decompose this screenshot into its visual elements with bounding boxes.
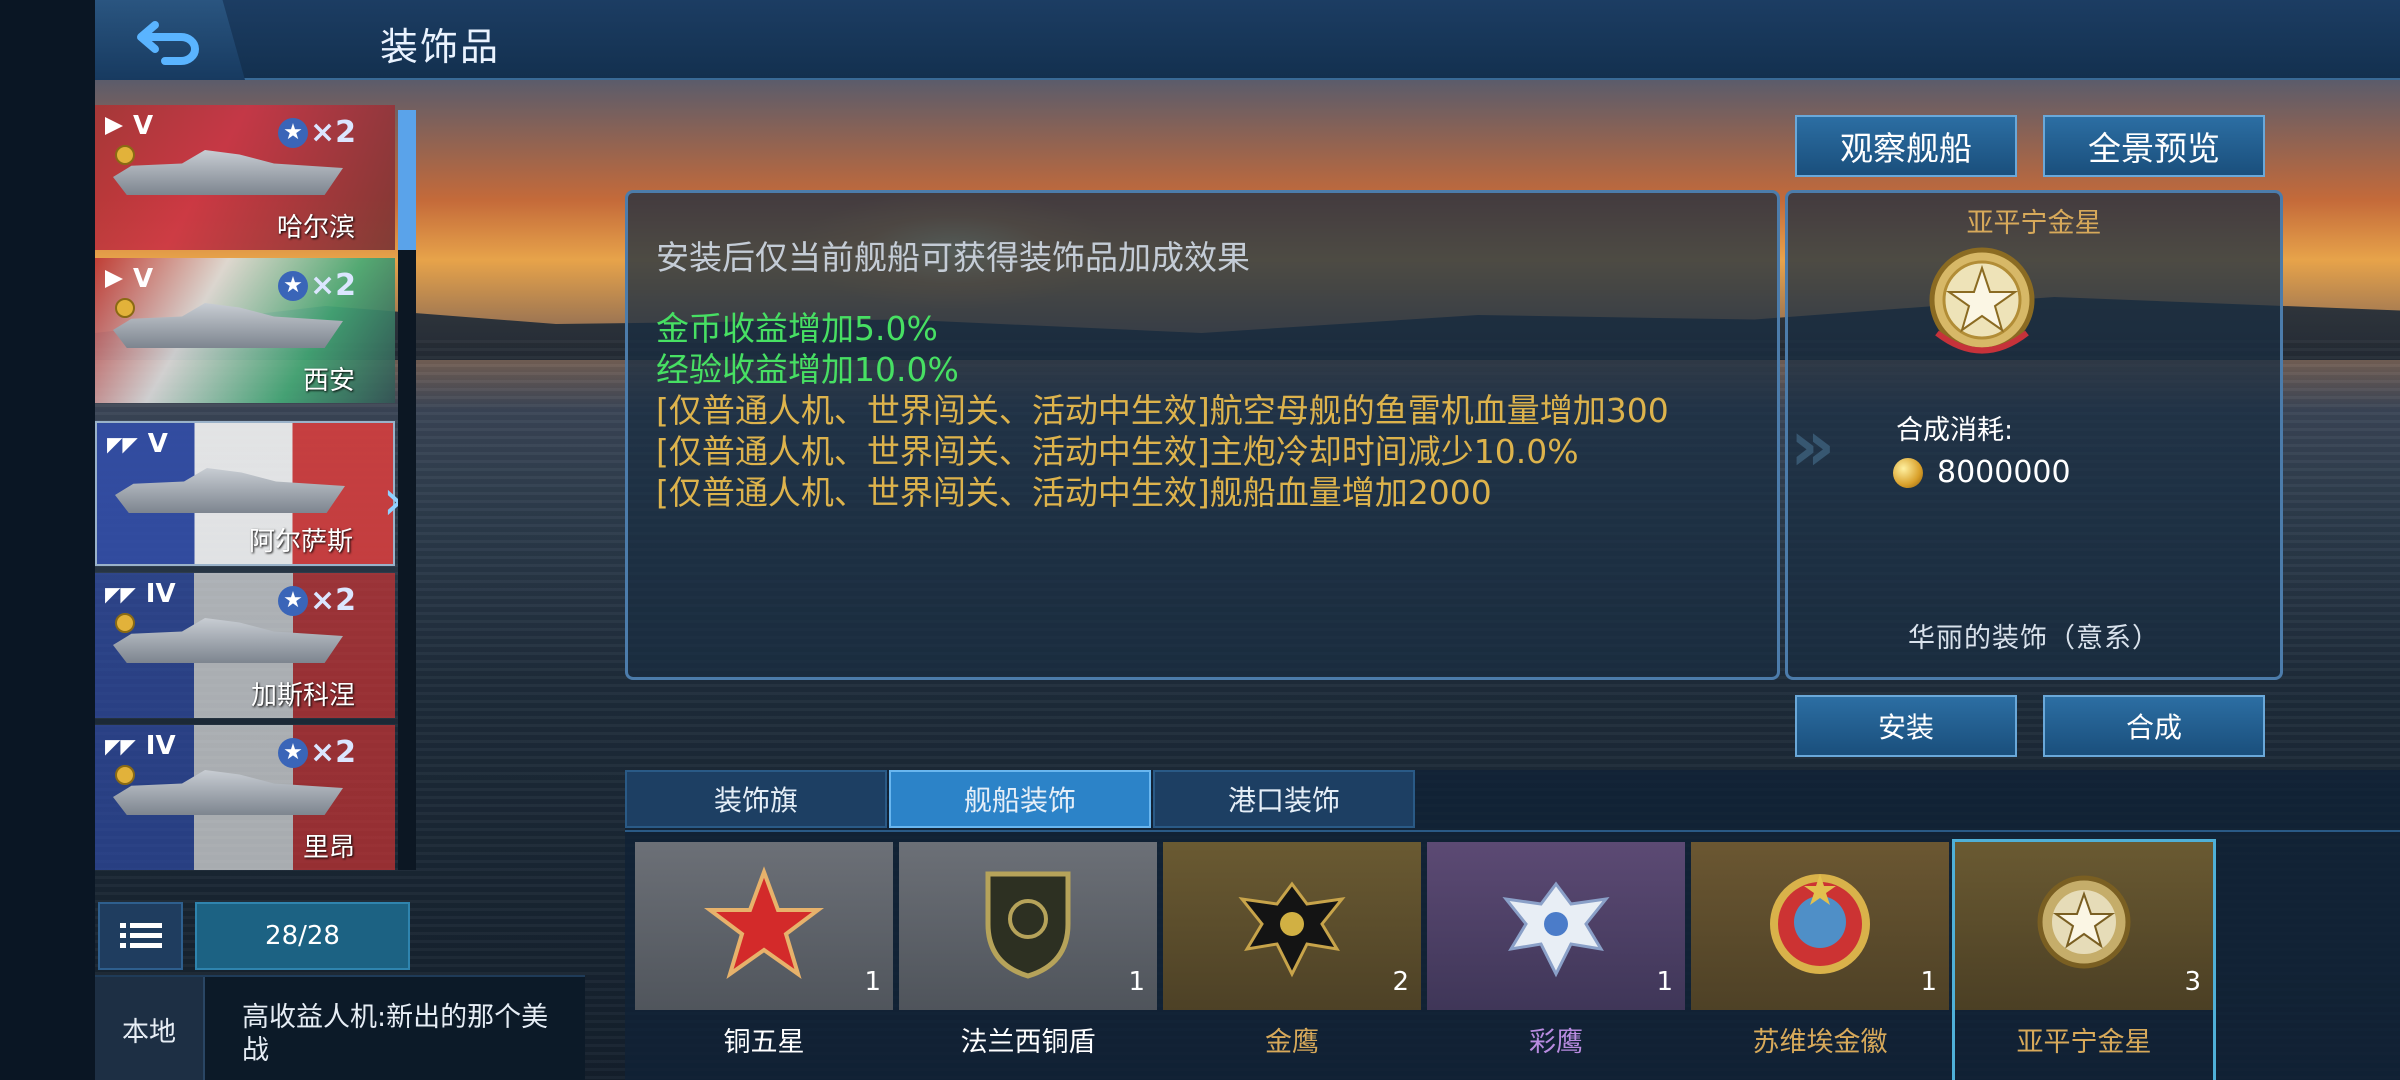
eagle-icon bbox=[1502, 881, 1610, 978]
panorama-preview-button[interactable]: 全景预览 bbox=[2043, 115, 2265, 177]
star-count: ×2 bbox=[310, 268, 357, 303]
bonus-gold: 金币收益增加5.0% bbox=[656, 309, 938, 348]
medal-icon bbox=[115, 613, 135, 633]
ship-item-xian[interactable]: V ★ ×2 西安 bbox=[95, 258, 395, 403]
item-count: 2 bbox=[1392, 967, 1409, 997]
item-card-french-shield[interactable]: 1 法兰西铜盾 bbox=[899, 842, 1157, 1080]
double-flag-icon: ◤◤ bbox=[105, 734, 136, 758]
chat-tab-local[interactable]: 本地 bbox=[95, 977, 205, 1080]
star-count: ×2 bbox=[310, 115, 357, 150]
item-count: 1 bbox=[1920, 967, 1937, 997]
compose-cost-value: 8000000 bbox=[1937, 455, 2071, 490]
item-label: 亚平宁金星 bbox=[2016, 1027, 2152, 1058]
ship-name: 西安 bbox=[302, 366, 355, 396]
install-hint: 安装后仅当前舰船可获得装饰品加成效果 bbox=[656, 238, 1250, 277]
compose-button[interactable]: 合成 bbox=[2043, 695, 2265, 757]
star-icon: ★ bbox=[278, 737, 308, 768]
medal-icon bbox=[115, 298, 135, 318]
flag-icon bbox=[105, 270, 123, 288]
gold-star-emblem-icon bbox=[2037, 875, 2131, 969]
bonus-ship-hp: [仅普通人机、世界闯关、活动中生效]舰船血量增加2000 bbox=[656, 473, 1492, 512]
tab-port-decoration[interactable]: 港口装饰 bbox=[1153, 770, 1415, 828]
ship-name: 加斯科涅 bbox=[250, 681, 355, 711]
ship-item-gascogne[interactable]: ◤◤ IV ★ ×2 加斯科涅 bbox=[95, 573, 395, 718]
item-count: 1 bbox=[1656, 967, 1673, 997]
top-bar: 装饰品 bbox=[95, 0, 2400, 80]
star-count: ×2 bbox=[310, 735, 357, 770]
item-count: 1 bbox=[1128, 967, 1145, 997]
ship-item-harbin[interactable]: V ★ ×2 哈尔滨 bbox=[95, 105, 395, 250]
star-icon: ★ bbox=[278, 117, 308, 148]
ship-list-scrollbar[interactable] bbox=[398, 110, 416, 870]
ship-name: 里昂 bbox=[302, 833, 355, 863]
item-label: 金鹰 bbox=[1265, 1027, 1319, 1058]
ship-tier: V bbox=[133, 264, 154, 294]
bonus-info-panel: 安装后仅当前舰船可获得装饰品加成效果 金币收益增加5.0% 经验收益增加10.0… bbox=[625, 190, 1780, 680]
list-icon bbox=[119, 923, 162, 948]
back-button[interactable] bbox=[95, 0, 245, 80]
red-star-icon bbox=[704, 866, 824, 979]
tab-decoration-flag[interactable]: 装饰旗 bbox=[625, 770, 887, 828]
gold-star-emblem-icon bbox=[1929, 247, 2035, 354]
item-subtitle: 华丽的装饰（意系） bbox=[1908, 623, 2160, 654]
item-card-soviet-emblem[interactable]: 1 苏维埃金徽 bbox=[1691, 842, 1949, 1080]
item-card-golden-eagle[interactable]: 2 金鹰 bbox=[1163, 842, 1421, 1080]
double-flag-icon: ◤◤ bbox=[107, 432, 138, 456]
ship-tier: V bbox=[147, 429, 168, 459]
page-title: 装饰品 bbox=[380, 25, 501, 69]
bonus-exp: 经验收益增加10.0% bbox=[656, 350, 959, 389]
item-label: 彩鹰 bbox=[1529, 1027, 1583, 1058]
medal-icon bbox=[115, 765, 135, 785]
ship-count: 28/28 bbox=[195, 902, 410, 970]
eagle-icon bbox=[1238, 881, 1346, 978]
item-label: 铜五星 bbox=[723, 1027, 805, 1058]
item-card-color-eagle[interactable]: 1 彩鹰 bbox=[1427, 842, 1685, 1080]
tab-ship-decoration[interactable]: 舰船装饰 bbox=[889, 770, 1151, 828]
gold-coin-icon bbox=[1893, 457, 1923, 488]
item-card-bronze-star[interactable]: 1 铜五星 bbox=[635, 842, 893, 1080]
ship-list: V ★ ×2 哈尔滨 V ★ ×2 西安 ◤◤ V 阿尔萨斯 › ◤◤ IV ★ ×2 加… bbox=[95, 105, 415, 875]
back-arrow-icon bbox=[137, 21, 199, 65]
observe-ship-button[interactable]: 观察舰船 bbox=[1795, 115, 2017, 177]
item-detail-panel: 亚平宁金星 合成消耗: 8000000 华丽的装饰（意系） bbox=[1785, 190, 2283, 680]
soviet-emblem-icon bbox=[1770, 874, 1870, 974]
chat-bar[interactable]: 本地 高收益人机:新出的那个美战 bbox=[95, 975, 585, 1080]
item-card-apennine-gold-star[interactable]: 3 亚平宁金星 bbox=[1952, 839, 2216, 1080]
ship-name: 阿尔萨斯 bbox=[248, 527, 353, 557]
ship-tier: IV bbox=[145, 731, 176, 761]
star-icon: ★ bbox=[278, 270, 308, 301]
ship-item-alsace[interactable]: ◤◤ V 阿尔萨斯 › bbox=[95, 421, 405, 566]
double-flag-icon: ◤◤ bbox=[105, 582, 136, 606]
item-label: 苏维埃金徽 bbox=[1752, 1027, 1888, 1058]
item-count: 3 bbox=[2184, 967, 2201, 997]
bonus-cooldown: [仅普通人机、世界闯关、活动中生效]主炮冷却时间减少10.0% bbox=[656, 432, 1579, 471]
item-count: 1 bbox=[864, 967, 881, 997]
item-name: 亚平宁金星 bbox=[1966, 208, 2102, 239]
item-label: 法兰西铜盾 bbox=[960, 1027, 1096, 1058]
list-view-button[interactable] bbox=[98, 902, 183, 970]
chat-message: 高收益人机:新出的那个美战 bbox=[242, 1002, 549, 1066]
ship-tier: V bbox=[133, 111, 154, 141]
ship-tier: IV bbox=[145, 579, 176, 609]
star-count: ×2 bbox=[310, 583, 357, 618]
ship-name: 哈尔滨 bbox=[276, 213, 355, 243]
medal-icon bbox=[115, 145, 135, 165]
flag-icon bbox=[105, 117, 123, 135]
bonus-torpedo-hp: [仅普通人机、世界闯关、活动中生效]航空母舰的鱼雷机血量增加300 bbox=[656, 391, 1669, 430]
shield-icon bbox=[985, 871, 1071, 979]
bonus-list: 金币收益增加5.0% 经验收益增加10.0% [仅普通人机、世界闯关、活动中生效… bbox=[656, 308, 1766, 513]
install-button[interactable]: 安装 bbox=[1795, 695, 2017, 757]
ship-item-lyon[interactable]: ◤◤ IV ★ ×2 里昂 bbox=[95, 725, 395, 870]
scrollbar-thumb[interactable] bbox=[398, 110, 416, 250]
star-icon: ★ bbox=[278, 585, 308, 616]
compose-cost-label: 合成消耗: bbox=[1896, 415, 2014, 446]
